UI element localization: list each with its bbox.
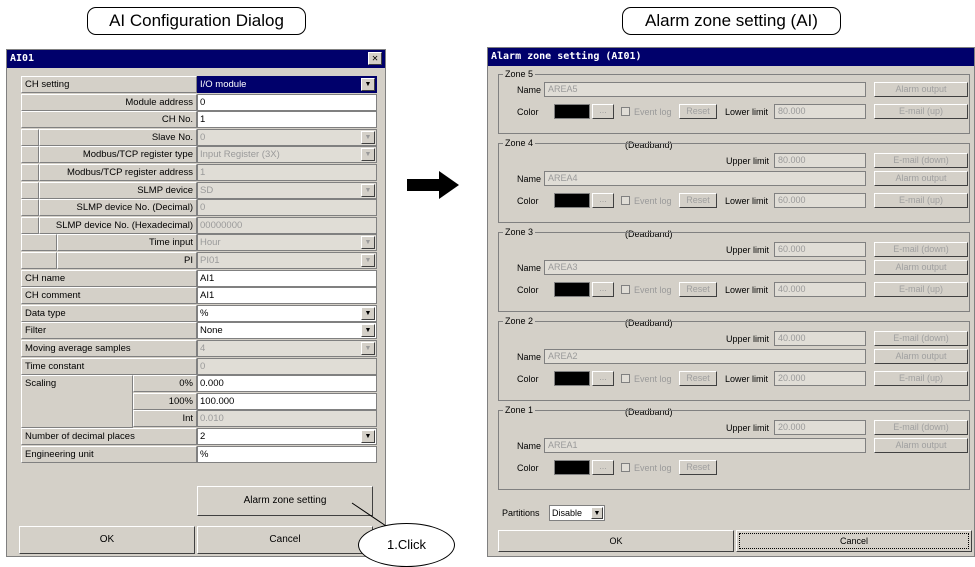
zone-box: Zone 3 Upper limit 60.000 E-mail (down) Name… xyxy=(498,226,970,312)
alarm-dialog-title: Alarm zone setting (AI01) xyxy=(491,51,642,62)
email-up-button: E-mail (up) xyxy=(874,193,968,208)
alarm-output-button: Alarm output xyxy=(874,260,968,275)
reset-button[interactable]: Reset xyxy=(679,460,717,475)
zone-title: Zone 4 xyxy=(503,137,536,149)
upper-limit-input: 40.000 xyxy=(774,331,866,346)
event-log-label: Event log xyxy=(634,374,672,384)
reset-button[interactable]: Reset xyxy=(679,104,717,119)
alarm-cancel-button[interactable]: Cancel xyxy=(736,530,972,552)
name-label: Name xyxy=(517,352,542,362)
upper-limit-label: Upper limit xyxy=(726,334,770,344)
zone-name-input: AREA5 xyxy=(544,82,866,97)
color-picker-button[interactable]: ... xyxy=(592,371,614,386)
color-label: Color xyxy=(517,374,539,384)
color-picker-button[interactable]: ... xyxy=(592,282,614,297)
alarm-ok-button[interactable]: OK xyxy=(498,530,734,552)
alarm-output-button: Alarm output xyxy=(874,82,968,97)
reset-button[interactable]: Reset xyxy=(679,371,717,386)
name-label: Name xyxy=(517,85,542,95)
zone-title: Zone 3 xyxy=(503,226,536,238)
upper-limit-input: 20.000 xyxy=(774,420,866,435)
color-swatch[interactable] xyxy=(554,193,590,208)
lower-limit-label: Lower limit xyxy=(725,374,769,384)
color-swatch[interactable] xyxy=(554,460,590,475)
color-label: Color xyxy=(517,463,539,473)
event-log-checkbox[interactable] xyxy=(621,196,630,205)
zone-name-input: AREA1 xyxy=(544,438,866,453)
zone-name-input: AREA4 xyxy=(544,171,866,186)
color-label: Color xyxy=(517,196,539,206)
lower-limit-input: 40.000 xyxy=(774,282,866,297)
event-log-checkbox[interactable] xyxy=(621,463,630,472)
alarm-output-button: Alarm output xyxy=(874,171,968,186)
email-down-button: E-mail (down) xyxy=(874,331,968,346)
zone-box: Zone 2 Upper limit 40.000 E-mail (down) Name… xyxy=(498,315,970,401)
color-picker-button[interactable]: ... xyxy=(592,460,614,475)
lower-limit-label: Lower limit xyxy=(725,107,769,117)
chevron-down-icon: ▼ xyxy=(591,507,603,519)
upper-limit-label: Upper limit xyxy=(726,245,770,255)
color-label: Color xyxy=(517,285,539,295)
color-picker-button[interactable]: ... xyxy=(592,193,614,208)
email-up-button: E-mail (up) xyxy=(874,104,968,119)
reset-button[interactable]: Reset xyxy=(679,193,717,208)
event-log-label: Event log xyxy=(634,285,672,295)
name-label: Name xyxy=(517,174,542,184)
email-up-button: E-mail (up) xyxy=(874,282,968,297)
partitions-value: Disable xyxy=(552,508,583,518)
event-log-checkbox[interactable] xyxy=(621,374,630,383)
color-label: Color xyxy=(517,107,539,117)
email-up-button: E-mail (up) xyxy=(874,371,968,386)
color-picker-button[interactable]: ... xyxy=(592,104,614,119)
lower-limit-label: Lower limit xyxy=(725,285,769,295)
zone-title: Zone 2 xyxy=(503,315,536,327)
name-label: Name xyxy=(517,263,542,273)
color-swatch[interactable] xyxy=(554,371,590,386)
event-log-label: Event log xyxy=(634,463,672,473)
zone-title: Zone 1 xyxy=(503,404,536,416)
zone-name-input: AREA3 xyxy=(544,260,866,275)
click-callout: 1.Click xyxy=(358,523,455,567)
color-swatch[interactable] xyxy=(554,104,590,119)
color-swatch[interactable] xyxy=(554,282,590,297)
lower-limit-input: 20.000 xyxy=(774,371,866,386)
alarm-zone-dialog: Alarm zone setting (AI01) Zone 5 Name AREA… xyxy=(487,47,975,557)
upper-limit-input: 60.000 xyxy=(774,242,866,257)
lower-limit-label: Lower limit xyxy=(725,196,769,206)
email-down-button: E-mail (down) xyxy=(874,242,968,257)
alarm-output-button: Alarm output xyxy=(874,349,968,364)
reset-button[interactable]: Reset xyxy=(679,282,717,297)
right-arrow-icon xyxy=(407,171,459,199)
zone-box: Zone 5 Name AREA5 Alarm output Color... Event… xyxy=(498,68,970,134)
name-label: Name xyxy=(517,441,542,451)
partitions-select[interactable]: Disable ▼ xyxy=(549,505,605,521)
zone-box: Zone 4 Upper limit 80.000 E-mail (down) Name… xyxy=(498,137,970,223)
email-down-button: E-mail (down) xyxy=(874,153,968,168)
upper-limit-label: Upper limit xyxy=(726,156,770,166)
partitions-label: Partitions xyxy=(502,508,540,518)
zone-title: Zone 5 xyxy=(503,68,536,80)
upper-limit-label: Upper limit xyxy=(726,423,770,433)
zone-name-input: AREA2 xyxy=(544,349,866,364)
event-log-label: Event log xyxy=(634,196,672,206)
event-log-label: Event log xyxy=(634,107,672,117)
event-log-checkbox[interactable] xyxy=(621,285,630,294)
event-log-checkbox[interactable] xyxy=(621,107,630,116)
alarm-output-button: Alarm output xyxy=(874,438,968,453)
email-down-button: E-mail (down) xyxy=(874,420,968,435)
lower-limit-input: 80.000 xyxy=(774,104,866,119)
lower-limit-input: 60.000 xyxy=(774,193,866,208)
upper-limit-input: 80.000 xyxy=(774,153,866,168)
alarm-dialog-titlebar: Alarm zone setting (AI01) xyxy=(488,48,974,66)
zone-box: Zone 1 Upper limit 20.000 E-mail (down) Name… xyxy=(498,404,970,490)
